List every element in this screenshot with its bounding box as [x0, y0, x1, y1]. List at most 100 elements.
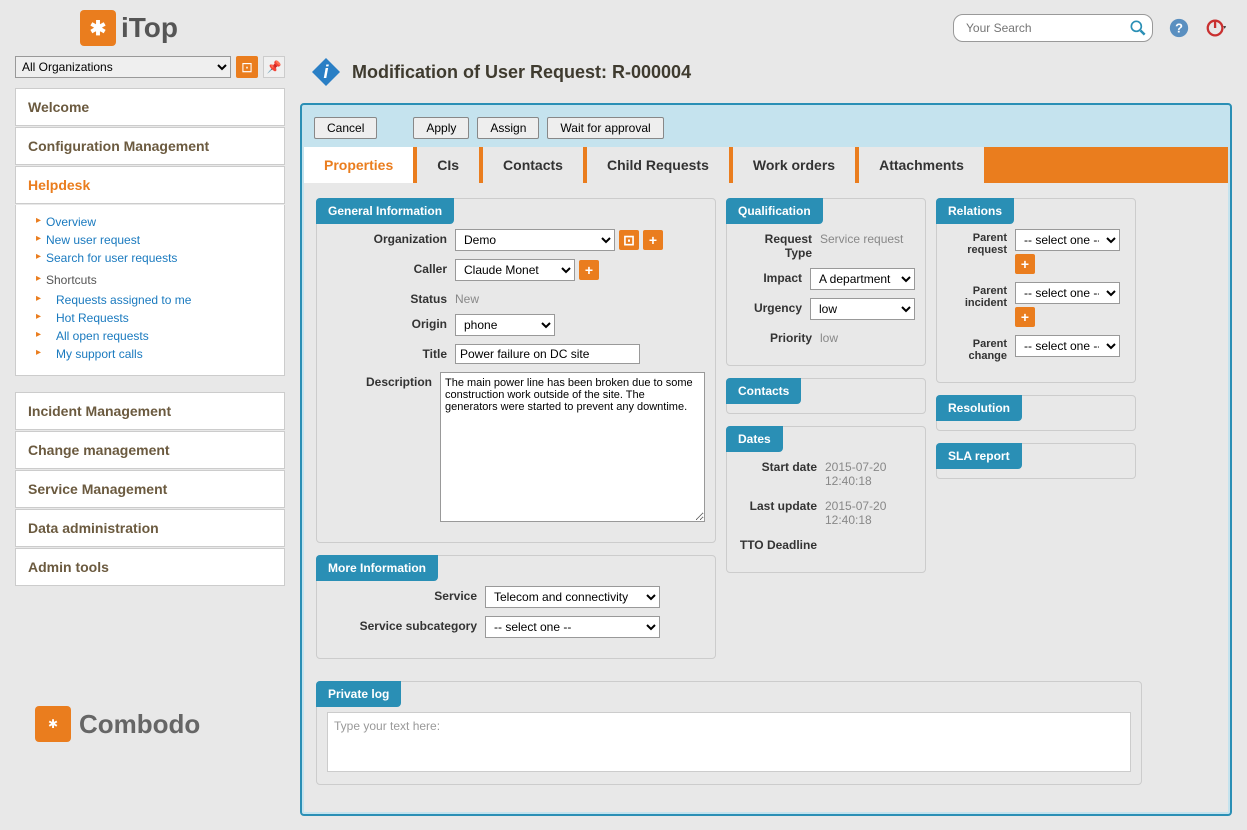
nav-incident[interactable]: Incident Management: [15, 392, 285, 430]
label-status: Status: [327, 289, 447, 306]
label-service-subcategory: Service subcategory: [327, 616, 477, 633]
caller-select[interactable]: Claude Monet: [455, 259, 575, 281]
parent-incident-add-icon[interactable]: +: [1015, 307, 1035, 327]
global-search[interactable]: [953, 14, 1153, 42]
nav-new-request[interactable]: New user request: [36, 231, 272, 249]
apply-button[interactable]: Apply: [413, 117, 469, 139]
label-request-type: Request Type: [737, 229, 812, 260]
general-info-fieldset: General Information Organization Demo ⊡ …: [316, 198, 716, 543]
tab-work-orders[interactable]: Work orders: [733, 147, 855, 183]
nav-all-open[interactable]: All open requests: [36, 327, 272, 345]
nav-my-calls[interactable]: My support calls: [36, 345, 272, 363]
dates-fieldset: Dates Start date 2015-07-20 12:40:18 Las…: [726, 426, 926, 573]
service-subcategory-select[interactable]: -- select one --: [485, 616, 660, 638]
caller-add-icon[interactable]: +: [579, 260, 599, 280]
tab-contacts[interactable]: Contacts: [483, 147, 583, 183]
private-log-input[interactable]: Type your text here:: [327, 712, 1131, 772]
label-impact: Impact: [737, 268, 802, 285]
main-panel: Cancel Apply Assign Wait for approval Pr…: [300, 103, 1232, 816]
wait-approval-button[interactable]: Wait for approval: [547, 117, 663, 139]
parent-request-select[interactable]: -- select one --: [1015, 229, 1120, 251]
description-textarea[interactable]: The main power line has been broken due …: [440, 372, 705, 522]
start-date-value: 2015-07-20 12:40:18: [825, 457, 915, 488]
sla-legend[interactable]: SLA report: [936, 443, 1022, 469]
search-icon[interactable]: [1128, 18, 1148, 38]
nav-helpdesk[interactable]: Helpdesk: [15, 166, 285, 204]
nav-service[interactable]: Service Management: [15, 470, 285, 508]
sidebar: All Organizations ⊡ 📌 Welcome Configurat…: [15, 56, 285, 816]
nav-change[interactable]: Change management: [15, 431, 285, 469]
org-tree-button[interactable]: ⊡: [236, 56, 258, 78]
help-icon[interactable]: ?: [1168, 17, 1190, 39]
nav-welcome[interactable]: Welcome: [15, 88, 285, 126]
label-title: Title: [327, 344, 447, 361]
label-tto-deadline: TTO Deadline: [737, 535, 817, 552]
tab-properties[interactable]: Properties: [304, 147, 413, 183]
label-description: Description: [327, 372, 432, 389]
label-parent-request: Parent request: [947, 229, 1007, 256]
vendor-logo: ✱ Combodo: [35, 706, 285, 742]
urgency-select[interactable]: low: [810, 298, 915, 320]
label-start-date: Start date: [737, 457, 817, 474]
priority-value: low: [820, 328, 838, 345]
qualification-legend[interactable]: Qualification: [726, 198, 823, 224]
logo-text: iTop: [121, 12, 178, 44]
more-info-fieldset: More Information Service Telecom and con…: [316, 555, 716, 659]
resolution-legend[interactable]: Resolution: [936, 395, 1022, 421]
nav-data-admin[interactable]: Data administration: [15, 509, 285, 547]
qualification-fieldset: Qualification Request Type Service reque…: [726, 198, 926, 366]
relations-fieldset: Relations Parent request -- select one -…: [936, 198, 1136, 383]
contacts-legend[interactable]: Contacts: [726, 378, 801, 404]
page-title: Modification of User Request: R-000004: [352, 62, 691, 83]
sla-fieldset: SLA report: [936, 443, 1136, 479]
more-info-legend[interactable]: More Information: [316, 555, 438, 581]
tabs: Properties CIs Contacts Child Requests W…: [304, 147, 1228, 183]
contacts-fieldset: Contacts: [726, 378, 926, 414]
vendor-icon: ✱: [35, 706, 71, 742]
resolution-fieldset: Resolution: [936, 395, 1136, 431]
org-selector[interactable]: All Organizations: [15, 56, 231, 78]
nav-helpdesk-sub: Overview New user request Search for use…: [15, 205, 285, 376]
parent-incident-select[interactable]: -- select one --: [1015, 282, 1120, 304]
label-organization: Organization: [327, 229, 447, 246]
nav-overview[interactable]: Overview: [36, 213, 272, 231]
org-add-icon[interactable]: +: [643, 230, 663, 250]
label-last-update: Last update: [737, 496, 817, 513]
nav-shortcuts-header: Shortcuts: [36, 267, 272, 291]
private-log-fieldset: Private log Type your text here:: [316, 681, 1142, 785]
dates-legend[interactable]: Dates: [726, 426, 783, 452]
logout-icon[interactable]: [1205, 17, 1227, 39]
organization-select[interactable]: Demo: [455, 229, 615, 251]
general-info-legend[interactable]: General Information: [316, 198, 454, 224]
impact-select[interactable]: A department: [810, 268, 915, 290]
parent-request-add-icon[interactable]: +: [1015, 254, 1035, 274]
assign-button[interactable]: Assign: [477, 117, 539, 139]
tab-attachments[interactable]: Attachments: [859, 147, 984, 183]
nav-search-requests[interactable]: Search for user requests: [36, 249, 272, 267]
nav-assigned-to-me[interactable]: Requests assigned to me: [36, 291, 272, 309]
private-log-legend[interactable]: Private log: [316, 681, 401, 707]
org-tree-icon[interactable]: ⊡: [619, 230, 639, 250]
label-parent-incident: Parent incident: [947, 282, 1007, 309]
cancel-button[interactable]: Cancel: [314, 117, 377, 139]
label-service: Service: [327, 586, 477, 603]
nav-admin-tools[interactable]: Admin tools: [15, 548, 285, 586]
origin-select[interactable]: phone: [455, 314, 555, 336]
parent-change-select[interactable]: -- select one --: [1015, 335, 1120, 357]
search-input[interactable]: [958, 17, 1128, 39]
label-urgency: Urgency: [737, 298, 802, 315]
label-priority: Priority: [737, 328, 812, 345]
pin-button[interactable]: 📌: [263, 56, 285, 78]
info-icon: i: [310, 56, 342, 88]
app-logo: ✱ iTop: [80, 10, 178, 46]
title-input[interactable]: [455, 344, 640, 364]
relations-legend[interactable]: Relations: [936, 198, 1014, 224]
request-type-value: Service request: [820, 229, 903, 246]
status-value: New: [455, 289, 479, 306]
nav-hot-requests[interactable]: Hot Requests: [36, 309, 272, 327]
service-select[interactable]: Telecom and connectivity: [485, 586, 660, 608]
tab-cis[interactable]: CIs: [417, 147, 479, 183]
label-caller: Caller: [327, 259, 447, 276]
nav-config-mgmt[interactable]: Configuration Management: [15, 127, 285, 165]
tab-child-requests[interactable]: Child Requests: [587, 147, 729, 183]
